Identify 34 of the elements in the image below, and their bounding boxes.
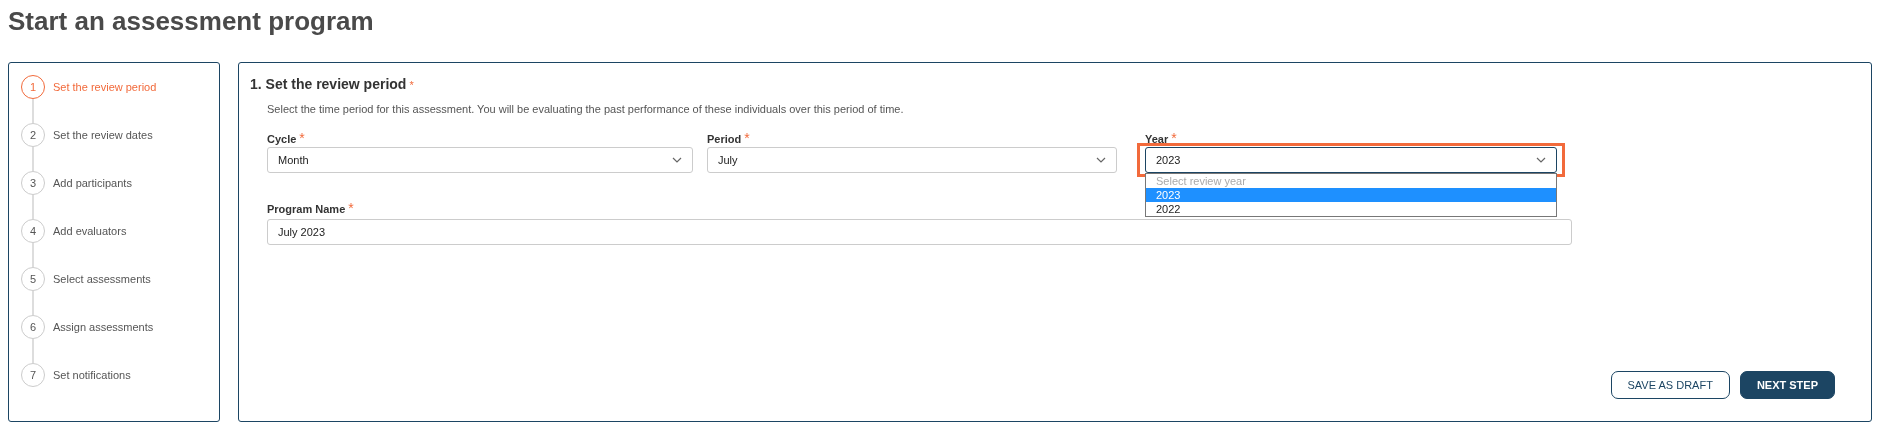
step-number[interactable]: 6 — [21, 315, 45, 339]
step-label[interactable]: Assign assessments — [53, 315, 154, 339]
chevron-down-icon — [1536, 157, 1546, 163]
chevron-down-icon — [1096, 157, 1106, 163]
required-asterisk: * — [299, 130, 305, 146]
step-label[interactable]: Add evaluators — [53, 219, 127, 243]
next-step-button[interactable]: NEXT STEP — [1739, 371, 1835, 399]
select-field[interactable]: July — [707, 147, 1117, 173]
step-number[interactable]: 4 — [21, 219, 45, 243]
required-asterisk: * — [1171, 130, 1177, 146]
required-asterisk: * — [744, 130, 750, 146]
field-label: Period — [707, 133, 742, 145]
required-asterisk: * — [348, 200, 354, 216]
chevron-down-icon — [672, 157, 682, 163]
step-label[interactable]: Set notifications — [53, 363, 131, 387]
step-number[interactable]: 7 — [21, 363, 45, 387]
required-asterisk: * — [409, 79, 414, 91]
select-field[interactable]: 2023 — [1145, 147, 1557, 173]
step-number[interactable]: 3 — [21, 171, 45, 195]
section-description: Select the time period for this assessment. You will be evaluating the past performance of these individuals over this period of time. — [267, 103, 905, 115]
field-label: Program Name — [267, 203, 346, 215]
field-label: Year — [1145, 133, 1169, 145]
field-label: Cycle — [267, 133, 297, 145]
program-name-field[interactable]: July 2023 — [267, 219, 1572, 245]
step-number[interactable]: 2 — [21, 123, 45, 147]
section-title: 1. Set the review period — [250, 76, 407, 92]
select-field[interactable]: Month — [267, 147, 693, 173]
page-title: Start an assessment program — [7, 5, 375, 38]
dropdown-option[interactable]: 2022 — [1146, 202, 1556, 216]
step-label[interactable]: Set the review dates — [53, 123, 153, 147]
step-number[interactable]: 5 — [21, 267, 45, 291]
step-label[interactable]: Add participants — [53, 171, 132, 195]
step-label[interactable]: Select assessments — [53, 267, 151, 291]
save-draft-button[interactable]: SAVE AS DRAFT — [1610, 371, 1730, 399]
